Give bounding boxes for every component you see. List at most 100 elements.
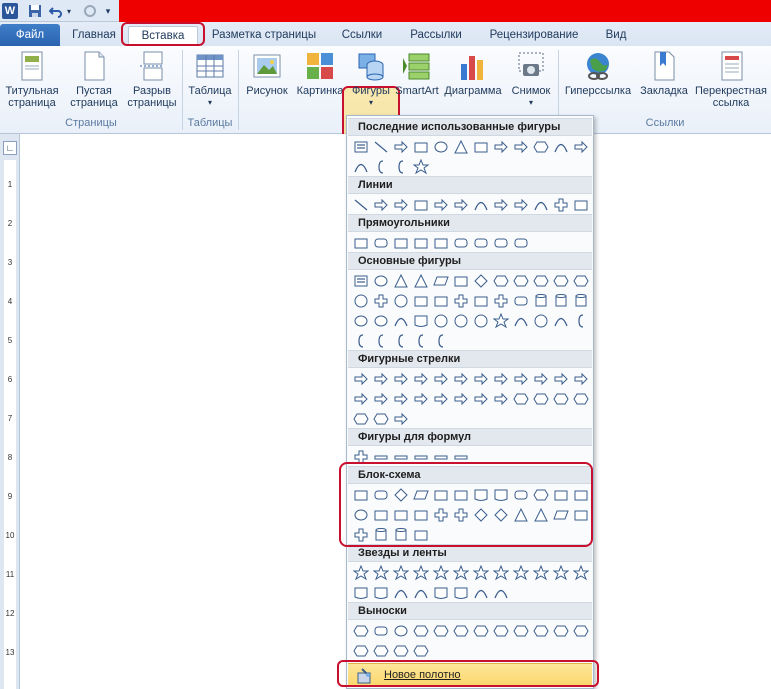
decagon-icon[interactable] — [553, 273, 569, 289]
star4-icon[interactable] — [393, 565, 409, 581]
block-arc-icon[interactable] — [393, 313, 409, 329]
bracket-pair-icon[interactable] — [573, 313, 589, 329]
parallelogram-icon[interactable] — [433, 273, 449, 289]
callout-line2-icon[interactable] — [453, 623, 469, 639]
cross-icon[interactable] — [493, 293, 509, 309]
curve-arrow-icon[interactable] — [493, 197, 509, 213]
callout-line4-icon[interactable] — [493, 623, 509, 639]
arrow-left-icon[interactable] — [373, 371, 389, 387]
bracket-l-icon[interactable] — [373, 333, 389, 349]
curve-double-arrow-icon[interactable] — [513, 197, 529, 213]
arc-curve-icon[interactable] — [533, 197, 549, 213]
star-icon[interactable] — [413, 159, 429, 175]
arrow-icon[interactable] — [393, 139, 409, 155]
can-icon[interactable] — [533, 293, 549, 309]
textbox-icon[interactable] — [353, 273, 369, 289]
pie-icon[interactable] — [353, 293, 369, 309]
cube-icon[interactable] — [553, 293, 569, 309]
snip-rect-icon[interactable] — [393, 235, 409, 251]
tab-selector-icon[interactable]: ∟ — [3, 141, 17, 155]
arrow-notched-icon[interactable] — [453, 391, 469, 407]
star24-icon[interactable] — [553, 565, 569, 581]
arrow-down-icon[interactable] — [413, 371, 429, 387]
wave-icon[interactable] — [473, 585, 489, 601]
arrow-lr-icon[interactable] — [433, 371, 449, 387]
callout-right-icon[interactable] — [513, 391, 529, 407]
ribbon-up-icon[interactable] — [373, 585, 389, 601]
oval-icon[interactable] — [373, 273, 389, 289]
ribbon-down-icon[interactable] — [353, 585, 369, 601]
octagon-icon[interactable] — [533, 273, 549, 289]
blank-page-button[interactable]: Пустая страница — [66, 50, 122, 109]
moon-icon[interactable] — [513, 313, 529, 329]
curve-icon[interactable] — [473, 197, 489, 213]
arrow-up-icon[interactable] — [393, 371, 409, 387]
folded-icon[interactable] — [413, 313, 429, 329]
dodecagon-icon[interactable] — [573, 273, 589, 289]
round-diag-icon[interactable] — [513, 235, 529, 251]
curve-arrow-icon[interactable] — [573, 139, 589, 155]
explosion2-icon[interactable] — [373, 565, 389, 581]
tab-file[interactable]: Файл — [0, 24, 60, 46]
bracket-r-icon[interactable] — [393, 333, 409, 349]
tab-references[interactable]: Ссылки — [334, 26, 390, 46]
redo-icon[interactable] — [82, 3, 98, 19]
callout-round-icon[interactable] — [373, 623, 389, 639]
elbow-double-arrow-icon[interactable] — [453, 197, 469, 213]
brace-left-icon[interactable] — [373, 159, 389, 175]
round-snip-icon[interactable] — [453, 235, 469, 251]
callout-border1-icon[interactable] — [353, 643, 369, 659]
tab-mailings[interactable]: Рассылки — [404, 26, 468, 46]
donut-icon[interactable] — [353, 313, 369, 329]
ribbon-curved-down-icon[interactable] — [393, 585, 409, 601]
elbow-icon[interactable] — [473, 139, 489, 155]
callout-accent3-icon[interactable] — [553, 623, 569, 639]
right-arrow-icon[interactable] — [513, 139, 529, 155]
arrow-right-icon[interactable] — [353, 371, 369, 387]
snip-diag-icon[interactable] — [433, 235, 449, 251]
arrow-lru-icon[interactable] — [493, 371, 509, 387]
arc-icon[interactable] — [353, 159, 369, 175]
callout-down-icon[interactable] — [533, 391, 549, 407]
clipart-button[interactable]: Картинка — [294, 50, 346, 97]
bookmark-button[interactable]: Закладка — [636, 50, 692, 97]
scribble-icon[interactable] — [573, 197, 589, 213]
tab-home[interactable]: Главная — [66, 26, 122, 46]
arc-icon[interactable] — [553, 313, 569, 329]
sun-icon[interactable] — [493, 313, 509, 329]
arrow-bent-icon[interactable] — [513, 371, 529, 387]
arrow-icon[interactable] — [373, 197, 389, 213]
star32-icon[interactable] — [573, 565, 589, 581]
shapes-button[interactable]: Фигуры ▾ — [344, 50, 398, 109]
smartart-button[interactable]: SmartArt — [394, 50, 440, 97]
arrow-circular-icon[interactable] — [393, 411, 409, 427]
star5-icon[interactable] — [413, 565, 429, 581]
freeform-icon[interactable] — [553, 197, 569, 213]
page-break-button[interactable]: Разрыв страницы — [124, 50, 180, 109]
crossref-button[interactable]: Перекрестная ссылка — [692, 50, 770, 109]
diamond-icon[interactable] — [473, 273, 489, 289]
callout-line1-icon[interactable] — [433, 623, 449, 639]
callout-border3-icon[interactable] — [393, 643, 409, 659]
right-triangle-icon[interactable] — [413, 273, 429, 289]
callout-accent4-icon[interactable] — [573, 623, 589, 639]
callout-accent1-icon[interactable] — [513, 623, 529, 639]
triangle-icon[interactable] — [393, 273, 409, 289]
arrow-lu-icon[interactable] — [553, 371, 569, 387]
frame-icon[interactable] — [413, 293, 429, 309]
half-frame-icon[interactable] — [433, 293, 449, 309]
elbow-arrow-icon[interactable] — [493, 139, 509, 155]
arrow-bentup-icon[interactable] — [573, 371, 589, 387]
picture-button[interactable]: Рисунок — [242, 50, 292, 97]
callout-border4-icon[interactable] — [413, 643, 429, 659]
brace-r-icon[interactable] — [433, 333, 449, 349]
lightning-icon[interactable] — [473, 313, 489, 329]
trapezoid-icon[interactable] — [453, 273, 469, 289]
elbow-icon[interactable] — [413, 197, 429, 213]
chord-icon[interactable] — [373, 293, 389, 309]
double-arrow-icon[interactable] — [393, 197, 409, 213]
line-icon[interactable] — [373, 139, 389, 155]
star6-icon[interactable] — [433, 565, 449, 581]
screenshot-button[interactable]: Снимок ▾ — [506, 50, 556, 109]
heart-icon[interactable] — [453, 313, 469, 329]
